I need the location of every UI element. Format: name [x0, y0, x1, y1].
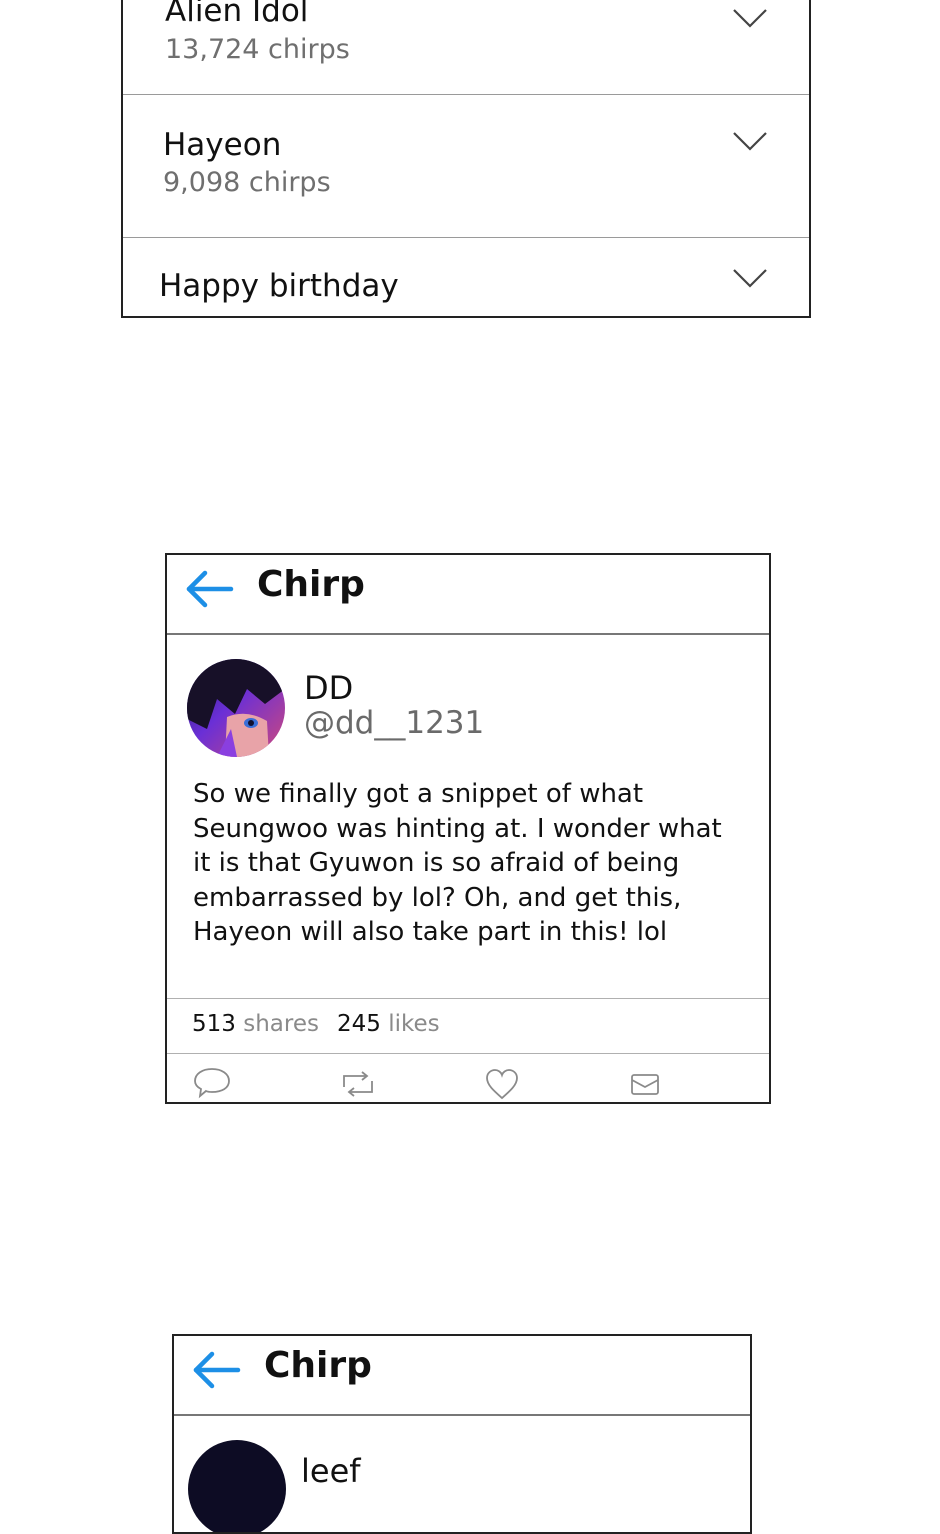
trend-title: Alien Idol: [165, 0, 309, 29]
chirp-text-line: it is that Gyuwon is so afraid of being: [193, 848, 680, 878]
chirp-card: Chirp DD @dd__1231 So we finally got a s…: [165, 553, 771, 1104]
chirp-text-line: embarrassed by lol? Oh, and get this,: [193, 882, 682, 913]
chirp-text-line: Seungwoo was hinting at. I wonder what: [193, 813, 722, 844]
arrow-left-icon[interactable]: [190, 1350, 242, 1390]
trend-item[interactable]: Happy birthday: [123, 238, 809, 318]
trend-item[interactable]: Alien Idol 13,724 chirps: [123, 0, 809, 95]
stats-row: 513 shares 245 likes: [167, 998, 769, 1054]
trend-count: 13,724 chirps: [165, 34, 350, 65]
chevron-down-icon[interactable]: [731, 129, 769, 153]
chirp-text: So we finally got a snippet of what Seun…: [193, 777, 722, 950]
trend-title: Happy birthday: [159, 268, 399, 304]
arrow-left-icon[interactable]: [183, 569, 235, 609]
speech-bubble-icon[interactable]: [192, 1065, 232, 1099]
chirp-text-line: So we finally got a snippet of what: [193, 779, 644, 809]
trend-count: 9,098 chirps: [163, 167, 331, 198]
chirp-header: Chirp: [167, 555, 769, 635]
display-name[interactable]: leef: [301, 1452, 361, 1490]
chirp-header: Chirp: [174, 1336, 750, 1416]
chirp-card: Chirp leef: [172, 1334, 752, 1534]
trend-item[interactable]: Hayeon 9,098 chirps: [123, 95, 809, 238]
likes-stat[interactable]: 245 likes: [337, 1011, 440, 1037]
display-name[interactable]: DD: [304, 669, 353, 707]
avatar[interactable]: [188, 1440, 286, 1532]
likes-label: likes: [388, 1011, 440, 1037]
trend-title: Hayeon: [163, 127, 282, 163]
page-title: Chirp: [257, 564, 365, 605]
shares-count: 513: [192, 1011, 236, 1037]
avatar-illustration: [187, 659, 285, 757]
heart-icon[interactable]: [482, 1067, 522, 1101]
likes-count: 245: [337, 1011, 381, 1037]
chevron-down-icon[interactable]: [731, 266, 769, 290]
page-title: Chirp: [264, 1345, 372, 1386]
shares-stat[interactable]: 513 shares: [192, 1011, 319, 1037]
user-handle[interactable]: @dd__1231: [304, 705, 484, 741]
avatar[interactable]: [187, 659, 285, 757]
trending-list: Alien Idol 13,724 chirps Hayeon 9,098 ch…: [121, 0, 811, 318]
repost-icon[interactable]: [338, 1067, 378, 1101]
shares-label: shares: [243, 1011, 319, 1037]
chevron-down-icon[interactable]: [731, 6, 769, 30]
envelope-icon[interactable]: [626, 1067, 666, 1101]
chirp-text-line: Hayeon will also take part in this! lol: [193, 917, 668, 947]
